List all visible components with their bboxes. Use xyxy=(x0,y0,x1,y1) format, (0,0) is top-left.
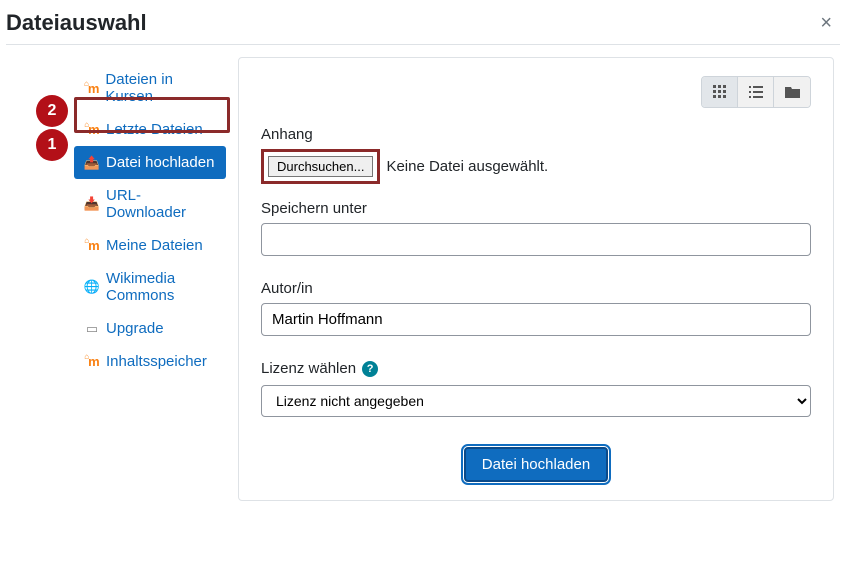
sidebar-item-wikimedia[interactable]: 🌐 Wikimedia Commons xyxy=(74,262,226,312)
close-icon[interactable]: × xyxy=(812,12,840,35)
bank-icon: m xyxy=(84,354,100,370)
upload-panel: Anhang Durchsuchen... Keine Datei ausgew… xyxy=(238,57,834,501)
sidebar-item-label: Wikimedia Commons xyxy=(106,270,216,304)
annotation-badge-1: 1 xyxy=(36,129,68,161)
sidebar-item-recent-files[interactable]: m Letzte Dateien xyxy=(74,113,226,146)
sidebar-item-label: Inhaltsspeicher xyxy=(106,353,207,370)
dialog-title: Dateiauswahl xyxy=(6,10,147,36)
help-icon[interactable]: ? xyxy=(362,361,378,377)
upload-icon: 📤 xyxy=(84,155,100,171)
sidebar-item-label: URL-Downloader xyxy=(106,187,216,221)
view-list-button[interactable] xyxy=(738,77,774,107)
sidebar-item-upload[interactable]: 📤 Datei hochladen xyxy=(74,146,226,179)
annotation-highlight-browse: Durchsuchen... xyxy=(261,149,380,184)
box-icon: ▭ xyxy=(84,321,100,337)
files-icon: m xyxy=(84,238,100,254)
sidebar-item-label: Upgrade xyxy=(106,320,164,337)
upload-submit-button[interactable]: Datei hochladen xyxy=(464,447,608,482)
sidebar-item-content-bank[interactable]: m Inhaltsspeicher xyxy=(74,345,226,378)
browse-button[interactable]: Durchsuchen... xyxy=(268,156,373,177)
list-icon xyxy=(749,86,763,98)
view-toolbar xyxy=(261,76,811,108)
attachment-label: Anhang xyxy=(261,126,811,143)
course-icon: m xyxy=(84,80,99,96)
sidebar-item-course-files[interactable]: m Dateien in Kursen xyxy=(74,63,226,113)
sidebar-item-url-downloader[interactable]: 📥 URL-Downloader xyxy=(74,179,226,229)
save-as-label: Speichern unter xyxy=(261,200,811,217)
view-icons-button[interactable] xyxy=(702,77,738,107)
dialog-header: Dateiauswahl × xyxy=(6,10,840,45)
sidebar-item-label: Meine Dateien xyxy=(106,237,203,254)
author-label: Autor/in xyxy=(261,280,811,297)
grid-icon xyxy=(713,85,727,99)
license-label: Lizenz wählen xyxy=(261,360,356,377)
recent-icon: m xyxy=(84,122,100,138)
no-file-text: Keine Datei ausgewählt. xyxy=(386,158,548,175)
license-select[interactable]: Lizenz nicht angegeben xyxy=(261,385,811,417)
repository-sidebar: 1 2 m Dateien in Kursen m Letzte Dateien… xyxy=(6,57,226,501)
sidebar-item-upgrade[interactable]: ▭ Upgrade xyxy=(74,312,226,345)
folder-icon xyxy=(785,86,800,98)
sidebar-item-label: Letzte Dateien xyxy=(106,121,203,138)
sidebar-item-label: Datei hochladen xyxy=(106,154,214,171)
sidebar-item-my-files[interactable]: m Meine Dateien xyxy=(74,229,226,262)
annotation-badge-2: 2 xyxy=(36,95,68,127)
save-as-input[interactable] xyxy=(261,223,811,256)
author-input[interactable] xyxy=(261,303,811,336)
sidebar-item-label: Dateien in Kursen xyxy=(105,71,216,105)
view-tree-button[interactable] xyxy=(774,77,810,107)
download-icon: 📥 xyxy=(84,196,100,212)
globe-icon: 🌐 xyxy=(84,279,100,295)
